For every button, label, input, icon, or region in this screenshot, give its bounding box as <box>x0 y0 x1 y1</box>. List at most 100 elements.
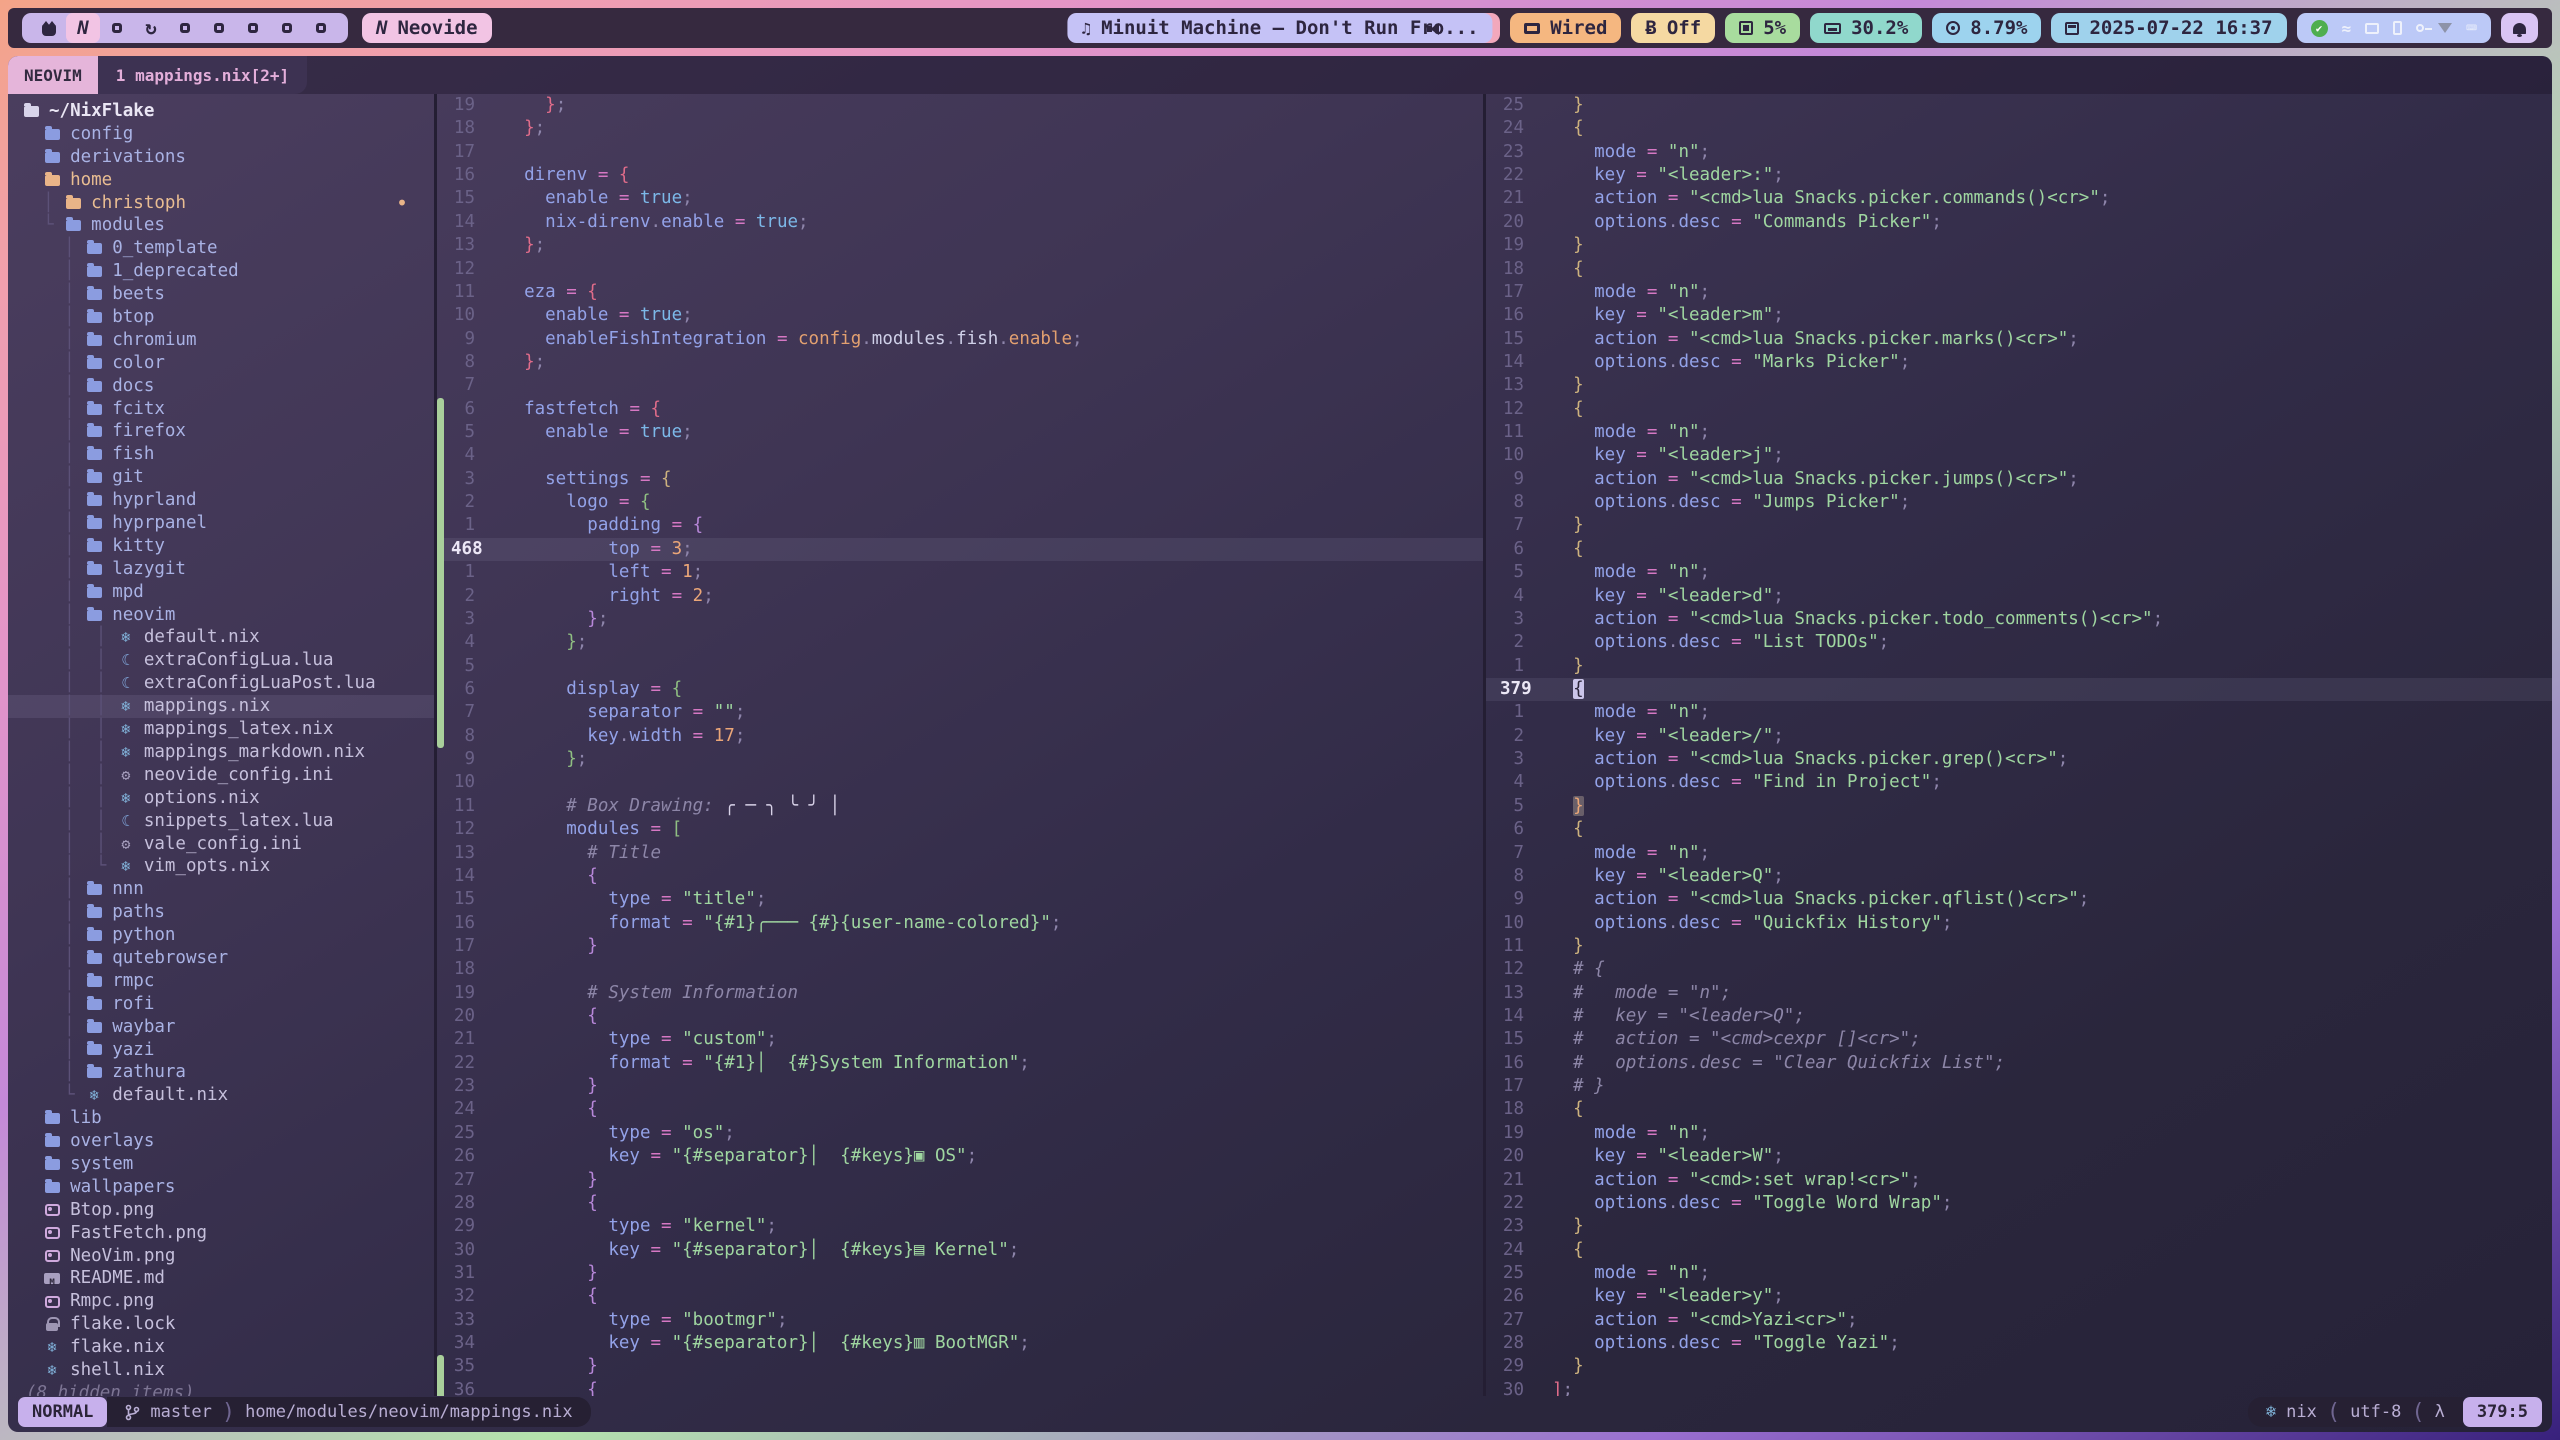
code-line[interactable]: 19 } <box>1486 234 2552 257</box>
code-line[interactable]: 11 mode = "n"; <box>1486 421 2552 444</box>
code-line[interactable]: 1 padding = { <box>437 514 1483 537</box>
workspace-4-refresh-icon[interactable]: ↻ <box>134 13 168 43</box>
tree-item-1_deprecated[interactable]: │ 1_deprecated <box>8 260 434 283</box>
code-line[interactable]: 31 } <box>437 1262 1483 1285</box>
code-line[interactable]: 2 options.desc = "List TODOs"; <box>1486 631 2552 654</box>
code-line[interactable]: 18 { <box>1486 258 2552 281</box>
editor-pane-left[interactable]: 19 };18 };1716 direnv = {15 enable = tru… <box>437 94 1483 1396</box>
code-line[interactable]: 14 { <box>437 865 1483 888</box>
bluetooth-widget[interactable]: ɃOff <box>1631 13 1715 43</box>
tree-item-chromium[interactable]: │ chromium <box>8 329 434 352</box>
code-line[interactable]: 29 } <box>1486 1355 2552 1378</box>
tree-item-paths[interactable]: │ paths <box>8 901 434 924</box>
code-line[interactable]: 27 action = "<cmd>Yazi<cr>"; <box>1486 1309 2552 1332</box>
tree-item-nnn[interactable]: │ nnn <box>8 878 434 901</box>
code-line[interactable]: 29 type = "kernel"; <box>437 1215 1483 1238</box>
tree-item-shell.nix[interactable]: ❄shell.nix <box>8 1359 434 1382</box>
check-circle-icon[interactable]: ✔ <box>2311 20 2328 37</box>
code-line[interactable]: 3 settings = { <box>437 468 1483 491</box>
tree-item-mappings_markdown.nix[interactable]: │ │ ❄mappings_markdown.nix <box>8 741 434 764</box>
code-line[interactable]: 9 }; <box>437 748 1483 771</box>
code-line[interactable]: 22 format = "{#1}│ {#}System Information… <box>437 1052 1483 1075</box>
tree-item-fish[interactable]: │ fish <box>8 443 434 466</box>
memory-widget[interactable]: 30.2% <box>1810 13 1922 43</box>
code-line[interactable]: 6 display = { <box>437 678 1483 701</box>
code-line[interactable]: 5 } <box>1486 795 2552 818</box>
code-line[interactable]: 13 }; <box>437 234 1483 257</box>
code-line[interactable]: 8 options.desc = "Jumps Picker"; <box>1486 491 2552 514</box>
keyboard-icon[interactable]: ⌨ <box>2466 18 2477 39</box>
code-line[interactable]: 13 } <box>1486 374 2552 397</box>
tree-item-options.nix[interactable]: │ │ ❄options.nix <box>8 787 434 810</box>
code-line[interactable]: 22 key = "<leader>:"; <box>1486 164 2552 187</box>
tree-item-yazi[interactable]: │ yazi <box>8 1039 434 1062</box>
code-line[interactable]: 7 separator = ""; <box>437 701 1483 724</box>
code-line[interactable]: 6 fastfetch = { <box>437 398 1483 421</box>
code-line[interactable]: 15 # action = "<cmd>cexpr []<cr>"; <box>1486 1028 2552 1051</box>
tree-item-beets[interactable]: │ beets <box>8 283 434 306</box>
code-line[interactable]: 24 { <box>1486 117 2552 140</box>
tree-item-wallpapers[interactable]: wallpapers <box>8 1176 434 1199</box>
active-window-pill[interactable]: N Neovide <box>362 13 492 43</box>
code-line[interactable]: 2 right = 2; <box>437 585 1483 608</box>
code-line[interactable]: 26 key = "<leader>y"; <box>1486 1285 2552 1308</box>
code-line[interactable]: 26 key = "{#separator}│ {#keys}▣ OS"; <box>437 1145 1483 1168</box>
tree-item-NeoVim.png[interactable]: NeoVim.png <box>8 1245 434 1268</box>
tree-item-rmpc[interactable]: │ rmpc <box>8 970 434 993</box>
code-line[interactable]: 12 { <box>1486 398 2552 421</box>
code-line[interactable]: 23 mode = "n"; <box>1486 141 2552 164</box>
code-line[interactable]: 5 enable = true; <box>437 421 1483 444</box>
code-line[interactable]: 8 }; <box>437 351 1483 374</box>
tree-item-mappings_latex.nix[interactable]: │ │ ❄mappings_latex.nix <box>8 718 434 741</box>
code-line[interactable]: 10 <box>437 771 1483 794</box>
workspace-9-square-icon[interactable] <box>304 13 338 43</box>
tree-item-mappings.nix[interactable]: │ │ ❄mappings.nix <box>8 695 434 718</box>
tree-item-FastFetch.png[interactable]: FastFetch.png <box>8 1222 434 1245</box>
tree-item-default.nix[interactable]: │ │ ❄default.nix <box>8 626 434 649</box>
code-line[interactable]: 18 { <box>1486 1098 2552 1121</box>
code-line[interactable]: 21 type = "custom"; <box>437 1028 1483 1051</box>
code-line[interactable]: 30]; <box>1486 1379 2552 1396</box>
tree-item-extraConfigLuaPost.lua[interactable]: │ │ ☾extraConfigLuaPost.lua <box>8 672 434 695</box>
code-line[interactable]: 17 mode = "n"; <box>1486 281 2552 304</box>
code-line[interactable]: 21 action = "<cmd>lua Snacks.picker.comm… <box>1486 187 2552 210</box>
disk-widget[interactable]: 8.79% <box>1932 13 2041 43</box>
code-line[interactable]: 15 type = "title"; <box>437 888 1483 911</box>
tree-item-overlays[interactable]: overlays <box>8 1130 434 1153</box>
code-line[interactable]: 11 eza = { <box>437 281 1483 304</box>
tree-item-home[interactable]: home <box>8 169 434 192</box>
code-line[interactable]: 10 enable = true; <box>437 304 1483 327</box>
clock-widget[interactable]: 2025-07-22 16:37 <box>2051 13 2286 43</box>
tree-item-README.md[interactable]: README.md <box>8 1267 434 1290</box>
workspace-3-square-icon[interactable] <box>100 13 134 43</box>
code-line[interactable]: 35 } <box>437 1355 1483 1378</box>
tree-item-vale_config.ini[interactable]: │ │ ⚙vale_config.ini <box>8 833 434 856</box>
code-line[interactable]: 3 action = "<cmd>lua Snacks.picker.grep(… <box>1486 748 2552 771</box>
phone-icon[interactable] <box>2393 21 2402 35</box>
code-line[interactable]: 7 <box>437 374 1483 397</box>
code-line[interactable]: 17 <box>437 141 1483 164</box>
tree-item-hyprland[interactable]: │ hyprland <box>8 489 434 512</box>
code-line[interactable]: 4 options.desc = "Find in Project"; <box>1486 771 2552 794</box>
code-line[interactable]: 16 key = "<leader>m"; <box>1486 304 2552 327</box>
tree-item-Rmpc.png[interactable]: Rmpc.png <box>8 1290 434 1313</box>
workspace-1-cat-icon[interactable] <box>32 13 66 43</box>
code-line[interactable]: 27 } <box>437 1169 1483 1192</box>
code-line[interactable]: 4 key = "<leader>d"; <box>1486 585 2552 608</box>
code-line[interactable]: 9 action = "<cmd>lua Snacks.picker.qflis… <box>1486 888 2552 911</box>
tree-item-extraConfigLua.lua[interactable]: │ │ ☾extraConfigLua.lua <box>8 649 434 672</box>
cpu-widget[interactable]: 5% <box>1725 13 1800 43</box>
code-line[interactable]: 18 }; <box>437 117 1483 140</box>
workspace-5-square-icon[interactable] <box>168 13 202 43</box>
code-line[interactable]: 23 } <box>437 1075 1483 1098</box>
workspace-7-square-icon[interactable] <box>236 13 270 43</box>
tree-item-flake.lock[interactable]: flake.lock <box>8 1313 434 1336</box>
code-line[interactable]: 23 } <box>1486 1215 2552 1238</box>
code-line[interactable]: 1 mode = "n"; <box>1486 701 2552 724</box>
code-line[interactable]: 5 <box>437 655 1483 678</box>
code-line[interactable]: 3 }; <box>437 608 1483 631</box>
code-line[interactable]: 8 key = "<leader>Q"; <box>1486 865 2552 888</box>
code-line[interactable]: 16 format = "{#1}╭─── {#}{user-name-colo… <box>437 912 1483 935</box>
code-line[interactable]: 11 } <box>1486 935 2552 958</box>
code-line[interactable]: 11 # Box Drawing: ╭ ─ ╮ ╰ ╯ │ <box>437 795 1483 818</box>
